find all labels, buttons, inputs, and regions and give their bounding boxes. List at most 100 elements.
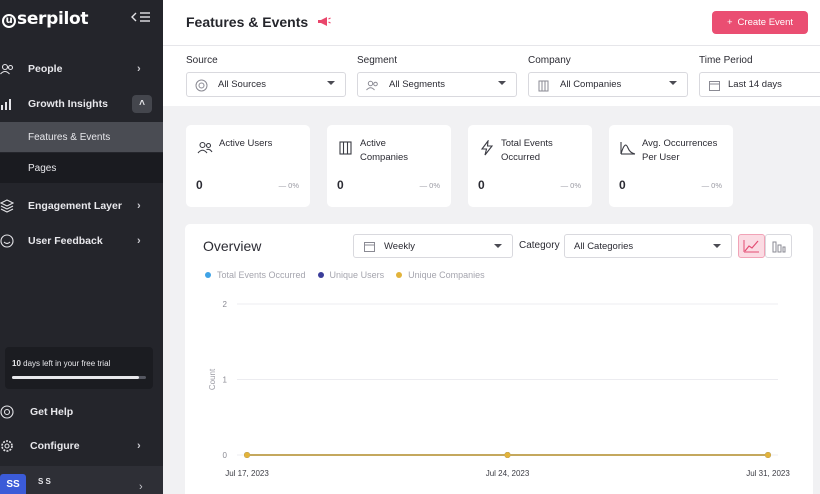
- layers-icon: [0, 199, 14, 213]
- bell-curve-icon: [620, 142, 636, 155]
- source-select[interactable]: All Sources: [186, 72, 346, 97]
- trial-progress-bar: [12, 376, 146, 379]
- building-icon: [538, 80, 549, 92]
- collapse-icon: [131, 12, 150, 22]
- filter-label: Segment: [357, 55, 398, 66]
- data-point: [765, 452, 771, 458]
- metric-card-total-events: Total Events Occurred 0 — 0%: [468, 125, 592, 207]
- chevron-right-icon: ›: [137, 200, 141, 212]
- help-icon: [0, 405, 14, 419]
- trial-banner[interactable]: 10 days left in your free trial: [5, 347, 153, 389]
- segment-filter: Segment All Segments: [357, 55, 517, 97]
- y-tick-label: 0: [223, 451, 228, 460]
- filter-bar: Source All Sources Segment All Segments: [163, 46, 820, 106]
- smile-icon: [0, 234, 14, 248]
- building-icon: [339, 141, 352, 155]
- metric-card-avg-occurrences: Avg. Occurrences Per User 0 — 0%: [609, 125, 733, 207]
- caret-down-icon: [498, 81, 506, 85]
- filter-value: All Companies: [560, 79, 622, 90]
- sidebar-subitem-pages[interactable]: Pages: [0, 153, 163, 183]
- trial-message: days left in your free trial: [23, 359, 111, 368]
- filter-value: All Sources: [218, 79, 267, 90]
- chevron-right-icon: ›: [139, 481, 143, 493]
- page-header: Features & Events + Create Event: [163, 0, 820, 46]
- sidebar-item-people[interactable]: People ›: [0, 54, 163, 84]
- metric-title-line: Active Users: [219, 138, 273, 149]
- trial-text: 10 days left in your free trial: [12, 359, 110, 368]
- chevron-up-icon[interactable]: ˄: [132, 95, 152, 113]
- y-tick-label: 2: [223, 300, 228, 309]
- page-title: Features & Events: [186, 14, 309, 30]
- filter-value: Last 14 days: [728, 79, 782, 90]
- bar-chart-icon: [1, 99, 11, 110]
- metric-value: 0: [337, 178, 344, 192]
- metric-title-line: Total Events: [501, 138, 553, 149]
- metric-delta: — 0%: [419, 181, 440, 190]
- overview-panel: Overview Weekly Category All Categories: [185, 224, 813, 494]
- data-point: [244, 452, 250, 458]
- megaphone-icon: [318, 17, 331, 26]
- metric-title-line: Occurred: [501, 152, 541, 163]
- sidebar-item-label: People: [28, 63, 63, 75]
- sidebar-item-label: Engagement Layer: [28, 200, 122, 212]
- company-select[interactable]: All Companies: [528, 72, 688, 97]
- people-icon: [0, 63, 14, 75]
- logo-text: serpilot: [17, 9, 89, 29]
- sidebar-item-get-help[interactable]: Get Help: [0, 397, 163, 427]
- company-filter: Company All Companies: [528, 55, 688, 97]
- globe-icon: [195, 79, 208, 92]
- metric-delta: — 0%: [278, 181, 299, 190]
- data-point: [504, 452, 511, 458]
- caret-down-icon: [669, 81, 677, 85]
- main-content: Features & Events + Create Event Source …: [163, 0, 820, 494]
- metric-title: Active Users: [219, 137, 272, 151]
- people-icon: [197, 141, 213, 154]
- filter-label: Company: [528, 55, 571, 66]
- trial-progress-fill: [12, 376, 140, 379]
- metric-title-line: Companies: [360, 152, 409, 163]
- caret-down-icon: [327, 81, 335, 85]
- chevron-right-icon: ›: [137, 440, 141, 452]
- y-axis-label: Count: [208, 368, 217, 390]
- x-tick-label: Jul 17, 2023: [225, 469, 269, 478]
- chevron-right-icon: ›: [137, 63, 141, 75]
- gear-icon: [1, 440, 13, 452]
- collapse-sidebar-button[interactable]: [131, 10, 153, 28]
- sidebar-subitem-label: Pages: [28, 162, 57, 174]
- time-period-filter: Time Period Last 14 days: [699, 55, 820, 97]
- metric-title: Total Events Occurred: [501, 137, 553, 165]
- metric-title: Avg. Occurrences Per User: [642, 137, 717, 165]
- metric-card-active-users: Active Users 0 — 0%: [186, 125, 310, 207]
- sidebar-item-label: Get Help: [30, 406, 74, 418]
- filter-label: Source: [186, 55, 218, 66]
- metric-title-line: Active: [360, 138, 386, 149]
- sidebar-item-engagement-layer[interactable]: Engagement Layer ›: [0, 191, 163, 221]
- plus-icon: +: [726, 17, 733, 28]
- lightning-icon: [480, 140, 494, 156]
- metric-title: Active Companies: [360, 137, 408, 165]
- logo[interactable]: u serpilot: [2, 9, 89, 29]
- segment-select[interactable]: All Segments: [357, 72, 517, 97]
- sidebar-item-configure[interactable]: Configure ›: [0, 431, 163, 461]
- filter-value: All Segments: [389, 79, 445, 90]
- sidebar-item-user-feedback[interactable]: User Feedback ›: [0, 226, 163, 256]
- sidebar: u serpilot People › Growth Insights ˄ Fea…: [0, 0, 163, 494]
- create-event-button[interactable]: + Create Event: [712, 11, 808, 34]
- metric-value: 0: [619, 178, 626, 192]
- source-filter: Source All Sources: [186, 55, 346, 97]
- user-menu[interactable]: SS S S ›: [0, 466, 163, 494]
- filter-label: Time Period: [699, 55, 753, 66]
- create-event-label: Create Event: [737, 17, 793, 28]
- avatar: SS: [0, 474, 26, 494]
- time-period-select[interactable]: Last 14 days: [699, 72, 820, 97]
- metric-title-line: Avg. Occurrences: [642, 138, 718, 149]
- overview-chart: 0 1 2 Count Jul 17, 2023 Jul 24, 2023 Jul 31, …: [208, 300, 790, 478]
- metric-value: 0: [478, 178, 485, 192]
- users-icon: [366, 80, 378, 91]
- sidebar-subitem-features-events[interactable]: Features & Events: [0, 122, 163, 152]
- trial-days: 10: [12, 359, 21, 368]
- sidebar-item-label: User Feedback: [28, 235, 103, 247]
- sidebar-subitem-label: Features & Events: [28, 131, 111, 143]
- y-tick-label: 1: [223, 376, 228, 385]
- sidebar-item-growth-insights[interactable]: Growth Insights ˄: [0, 89, 163, 119]
